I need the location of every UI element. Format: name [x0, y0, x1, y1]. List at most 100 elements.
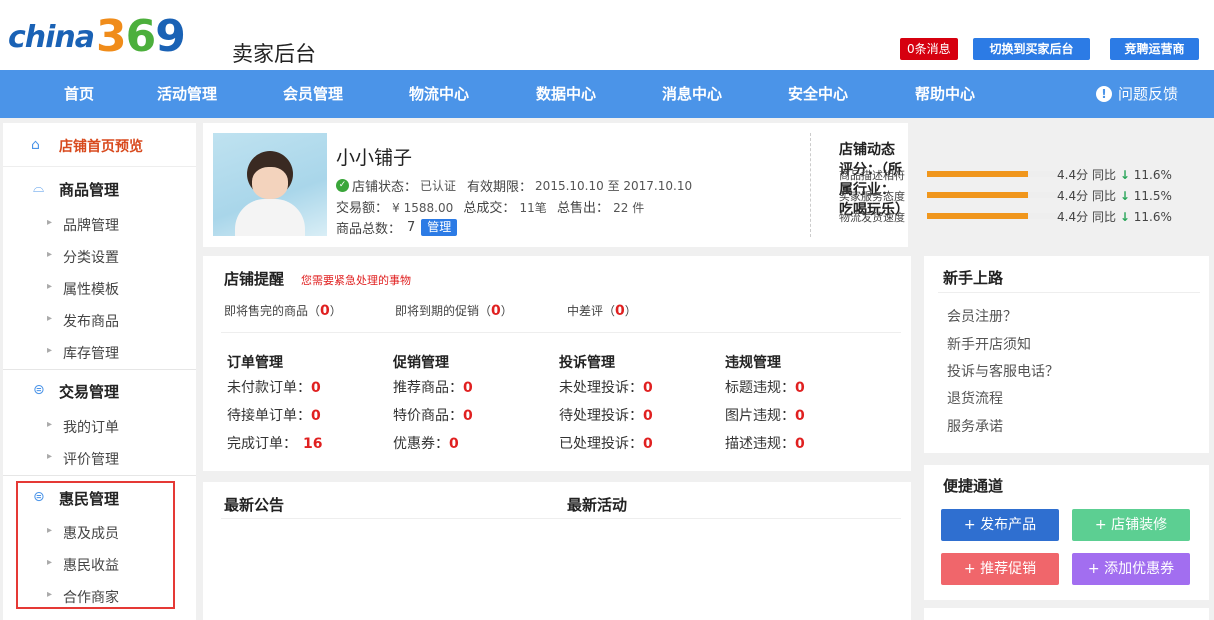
stat-link[interactable]: 优惠券：0	[393, 433, 459, 453]
section-subtitle: 您需要紧急处理的事物	[301, 274, 411, 287]
compare-label: 同比	[1092, 210, 1117, 224]
stat-link[interactable]: 特价商品：0	[393, 405, 473, 425]
apply-operator-button[interactable]: 竞聘运营商	[1110, 38, 1199, 60]
sidebar-item-category[interactable]: ▸ 分类设置	[3, 241, 196, 273]
nav-item-messages[interactable]: 消息中心	[662, 70, 722, 118]
recommend-promotion-button[interactable]: + 推荐促销	[941, 553, 1059, 585]
sidebar-item-label: 店铺首页预览	[59, 139, 143, 155]
alert-item[interactable]: 即将售完的商品（0）	[224, 302, 342, 319]
rating-row: 商品描述相符 4.4分 同比 ↓ 11.6%	[839, 165, 1199, 183]
stat-link[interactable]: 完成订单： 16	[227, 433, 322, 453]
deals-value: 11笔	[519, 201, 547, 215]
section-title: 新手上路	[943, 269, 1004, 287]
stat-link[interactable]: 待接单订单：0	[227, 405, 321, 425]
sidebar-item-inventory[interactable]: ▸ 库存管理	[3, 337, 196, 369]
store-info-card: 小小铺子 ✓ 店铺状态： 已认证 有效期限： 2015.10.10 至 2017…	[203, 123, 1172, 247]
stat-link[interactable]: 待处理投诉：0	[559, 405, 653, 425]
manage-button[interactable]: 管理	[421, 219, 458, 236]
valid-label: 有效期限：	[467, 180, 533, 195]
valid-value: 2015.10.10 至 2017.10.10	[535, 179, 693, 193]
rating-score: 4.4分	[1057, 168, 1089, 182]
main-nav: 首页 活动管理 会员管理 物流中心 数据中心 消息中心 安全中心 帮助中心 ! …	[0, 70, 1214, 118]
sidebar-item-publish[interactable]: ▸ 发布商品	[3, 305, 196, 337]
logo-word: china	[8, 19, 95, 55]
sidebar-item-reviews[interactable]: ▸ 评价管理	[3, 443, 196, 475]
alert-count: 0	[491, 303, 501, 319]
latest-activity-title: 最新活动	[567, 496, 628, 514]
chevron-right-icon: ▸	[47, 313, 53, 324]
store-avatar[interactable]	[213, 133, 327, 236]
chevron-right-icon: ▸	[47, 249, 53, 260]
stat-link[interactable]: 描述违规：0	[725, 433, 805, 453]
sidebar-group-label: 商品管理	[59, 181, 120, 199]
stat-count: 0	[463, 380, 473, 396]
trade-icon: ⊜	[33, 382, 45, 398]
nav-item-help[interactable]: 帮助中心	[915, 70, 975, 118]
rating-row: 买家服务态度 4.4分 同比 ↓ 11.5%	[839, 186, 1199, 204]
nav-item-logistics[interactable]: 物流中心	[409, 70, 469, 118]
store-decoration-button[interactable]: + 店铺装修	[1072, 509, 1190, 541]
sidebar-item-my-orders[interactable]: ▸ 我的订单	[3, 411, 196, 443]
trade-value: ¥ 1588.00	[392, 201, 454, 215]
rating-label: 商品描述相符	[839, 169, 905, 182]
stat-link[interactable]: 已处理投诉：0	[559, 433, 653, 453]
sidebar-item-label: 属性模板	[63, 282, 119, 298]
feedback-link[interactable]: ! 问题反馈	[1096, 70, 1178, 118]
stat-count: 16	[303, 436, 323, 452]
sidebar-group-trade[interactable]: ⊜ 交易管理	[3, 371, 196, 411]
rating-label: 买家服务态度	[839, 190, 905, 203]
sidebar-divider	[3, 369, 196, 370]
stat-count: 0	[643, 436, 653, 452]
alert-count: 0	[320, 303, 330, 319]
arrow-down-icon: ↓	[1119, 210, 1130, 224]
stat-link[interactable]: 推荐商品：0	[393, 377, 473, 397]
stat-link[interactable]: 图片违规：0	[725, 405, 805, 425]
beginner-guide-card: 新手上路 会员注册？ 新手开店须知 投诉与客服电话？ 退货流程 服务承诺	[924, 256, 1209, 453]
nav-item-activity[interactable]: 活动管理	[157, 70, 217, 118]
switch-to-buyer-button[interactable]: 切换到买家后台	[973, 38, 1090, 60]
column-title: 违规管理	[725, 355, 781, 371]
rating-bar	[927, 171, 1057, 177]
logo-digit-6: 6	[125, 11, 157, 62]
rating-label: 物流发货速度	[839, 211, 905, 224]
guide-link[interactable]: 退货流程	[947, 388, 1003, 408]
store-goods-count: 商品总数： 7 管理	[336, 218, 458, 237]
guide-link[interactable]: 投诉与客服电话？	[947, 361, 1059, 381]
alert-item[interactable]: 即将到期的促销（0）	[395, 302, 513, 319]
site-logo[interactable]: china 3 6 9	[8, 11, 186, 62]
sidebar-group-products[interactable]: ⌓ 商品管理	[3, 169, 196, 209]
alert-item[interactable]: 中差评（0）	[567, 302, 637, 319]
status-label: 店铺状态：	[352, 180, 418, 195]
chevron-right-icon: ▸	[47, 345, 53, 356]
divider	[938, 292, 1200, 293]
status-value: 已认证	[420, 179, 457, 193]
stat-link[interactable]: 未处理投诉：0	[559, 377, 653, 397]
guide-link[interactable]: 会员注册？	[947, 306, 1017, 326]
nav-item-members[interactable]: 会员管理	[283, 70, 343, 118]
top-header: china 3 6 9 卖家后台 0条消息 切换到买家后台 竞聘运营商	[0, 0, 1214, 70]
nav-item-home[interactable]: 首页	[64, 70, 94, 118]
sold-label: 总售出：	[556, 201, 609, 216]
guide-link[interactable]: 服务承诺	[947, 416, 1003, 436]
stat-link[interactable]: 标题违规：0	[725, 377, 805, 397]
publish-product-button[interactable]: + 发布产品	[941, 509, 1059, 541]
stat-count: 0	[463, 408, 473, 424]
nav-item-data[interactable]: 数据中心	[536, 70, 596, 118]
compare-pct: 11.5%	[1133, 189, 1172, 203]
guide-link[interactable]: 新手开店须知	[947, 334, 1031, 354]
section-title: 店铺提醒	[224, 270, 285, 288]
add-coupon-button[interactable]: + 添加优惠券	[1072, 553, 1190, 585]
sidebar-item-attribute-template[interactable]: ▸ 属性模板	[3, 273, 196, 305]
sidebar-item-store-preview[interactable]: ⌂ 店铺首页预览	[3, 123, 196, 167]
stat-count: 0	[311, 408, 321, 424]
sidebar-item-brand[interactable]: ▸ 品牌管理	[3, 209, 196, 241]
stat-link[interactable]: 未付款订单：0	[227, 377, 321, 397]
arrow-down-icon: ↓	[1119, 189, 1130, 203]
messages-button[interactable]: 0条消息	[900, 38, 958, 60]
nav-item-security[interactable]: 安全中心	[788, 70, 848, 118]
sidebar-item-label: 评价管理	[63, 452, 119, 468]
divider	[810, 133, 811, 237]
shopping-bag-icon: ⌓	[33, 180, 45, 196]
page-title: 卖家后台	[232, 42, 316, 66]
store-reminder-card: 店铺提醒 您需要紧急处理的事物 即将售完的商品（0） 即将到期的促销（0） 中差…	[203, 256, 911, 471]
